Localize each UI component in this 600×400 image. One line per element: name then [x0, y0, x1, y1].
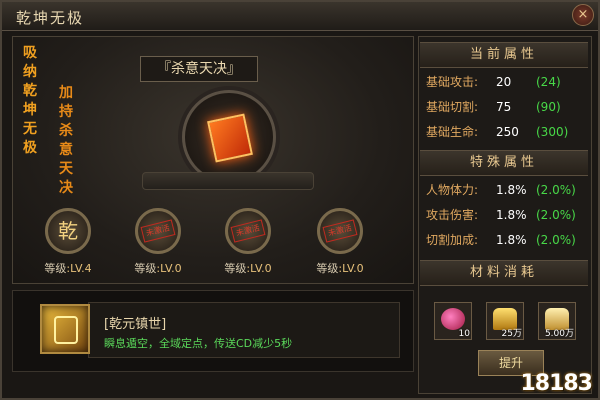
main-skill-slot[interactable] — [182, 90, 276, 184]
material-count: 25万 — [501, 329, 522, 339]
locked-stamp: 未激活 — [230, 219, 266, 243]
title-bar: 乾坤无极 — [2, 2, 598, 31]
red-orb-icon — [441, 308, 465, 330]
attr-row: 切割加成: 1.8% (2.0%) — [426, 233, 576, 247]
effect-description: 瞬息遁空，全域定点，传送CD减少5秒 — [104, 337, 293, 350]
locked-rune-icon: 未激活 — [317, 208, 363, 254]
attr-row: 基础生命: 250 (300) — [426, 125, 569, 139]
current-attrs-header: 当前属性 — [420, 42, 588, 68]
level-text: 等级:LV.0 — [224, 262, 272, 275]
window-title: 乾坤无极 — [16, 9, 85, 27]
material-slot[interactable]: 5.00万 — [538, 302, 576, 340]
locked-rune-icon: 未激活 — [225, 208, 271, 254]
material-count: 10 — [458, 329, 470, 339]
pedestal — [142, 172, 314, 190]
materials-header: 材料消耗 — [420, 260, 588, 286]
attr-row: 基础攻击: 20 (24) — [426, 75, 561, 89]
qian-rune-icon: 乾 — [45, 208, 91, 254]
side-label-right: 加持杀意天决 — [59, 85, 73, 196]
flame-scroll-icon — [207, 113, 253, 163]
close-button[interactable]: × — [572, 4, 594, 26]
attr-row: 人物体力: 1.8% (2.0%) — [426, 183, 576, 197]
attr-row: 基础切割: 75 (90) — [426, 100, 561, 114]
attr-row: 攻击伤害: 1.8% (2.0%) — [426, 208, 576, 222]
sub-skill-slot[interactable]: 未激活 等级:LV.0 — [212, 208, 284, 276]
level-text: 等级:LV.0 — [134, 262, 182, 275]
side-label-left: 吸纳乾坤无极 — [23, 45, 37, 156]
special-attrs-header: 特殊属性 — [420, 150, 588, 176]
locked-stamp: 未激活 — [322, 219, 358, 243]
locked-rune-icon: 未激活 — [135, 208, 181, 254]
sub-skill-slot[interactable]: 未激活 等级:LV.0 — [122, 208, 194, 276]
material-count: 5.00万 — [544, 329, 574, 339]
level-text: 等级:LV.0 — [316, 262, 364, 275]
material-slot[interactable]: 25万 — [486, 302, 524, 340]
locked-stamp: 未激活 — [140, 219, 176, 243]
watermark: 18183 — [520, 371, 593, 396]
skill-name: 『杀意天决』 — [140, 56, 258, 82]
golden-seal-icon[interactable] — [40, 304, 90, 354]
rune-glyph: 乾 — [58, 219, 78, 243]
material-slot[interactable]: 10 — [434, 302, 472, 340]
sub-skill-slot[interactable]: 未激活 等级:LV.0 — [304, 208, 376, 276]
effect-title: [乾元镇世] — [104, 317, 167, 332]
sub-skill-slot[interactable]: 乾 等级:LV.4 — [32, 208, 104, 276]
level-text: 等级:LV.4 — [44, 262, 92, 275]
